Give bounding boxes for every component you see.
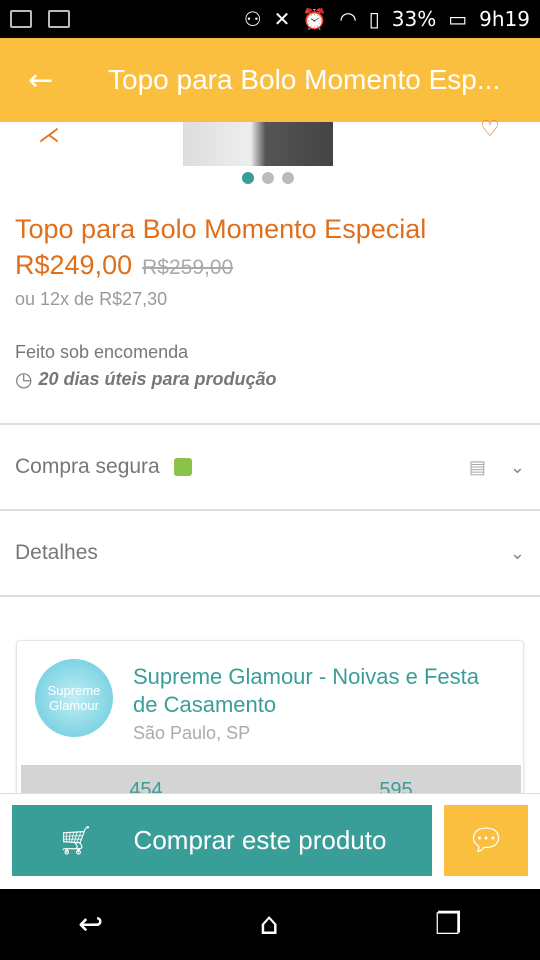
chevron-down-icon[interactable]: ⌄ [510,457,525,478]
chat-icon: 💬︎ [466,824,506,857]
recents-icon[interactable]: ❐ [435,907,462,942]
cart-icon: 🛒︎ [58,825,94,856]
lock-icon [173,458,192,476]
product-image[interactable] [183,122,333,166]
made-to-order: Feito sob encomenda [15,342,189,362]
back-arrow-icon[interactable]: ← [28,63,88,98]
gallery-dot[interactable] [242,172,254,184]
share-icon[interactable]: ⋌ [38,122,60,148]
app-notification-icon [48,10,70,28]
home-icon[interactable]: ⌂ [260,907,279,942]
heart-icon[interactable]: ♡ [480,116,500,142]
app-bar: ← Topo para Bolo Momento Esp... [0,38,540,122]
credit-card-icon: ▤ [468,456,486,477]
production-time: ◷ 20 dias úteis para produção [15,367,525,392]
product-gallery[interactable]: ⋌ ♡ [0,116,540,166]
buy-button-label: Comprar este produto [133,825,387,855]
chat-button[interactable]: 💬︎ [444,805,528,876]
sim-icon: ▯ [368,7,380,31]
store-name[interactable]: Supreme Glamour - Noivas e Festa de Casa… [133,663,493,719]
price-row: R$249,00 R$259,00 [15,250,525,281]
product-title: Topo para Bolo Momento Especial [15,214,427,244]
secure-purchase-label: Compra segura [15,455,160,478]
wifi-icon: ◠ [339,7,357,31]
secure-purchase-row[interactable]: Compra segura ▤ ⌄ [0,423,540,509]
clock: 9h19 [479,7,530,31]
gallery-pagination [242,172,294,184]
system-nav-bar: ↩ ⌂ ❐ [0,889,540,960]
vibrate-off-icon: ✕ [273,7,291,31]
page-title: Topo para Bolo Momento Esp... [108,64,501,95]
old-price: R$259,00 [142,256,234,279]
details-label: Detalhes [15,541,98,564]
back-icon[interactable]: ↩ [78,907,103,942]
battery-percent: 33% [391,7,437,31]
bottom-action-bar: 🛒︎ Comprar este produto 💬︎ [0,793,540,889]
store-location: São Paulo, SP [133,723,251,743]
usb-icon: ⚇ [243,7,262,31]
production-time-text: 20 dias úteis para produção [38,369,277,389]
alarm-icon: ⏰ [302,7,328,31]
battery-icon: ▭ [448,7,468,31]
status-bar: ⚇ ✕ ⏰ ◠ ▯ 33% ▭ 9h19 [0,0,540,38]
gallery-dot[interactable] [262,172,274,184]
product-info: Topo para Bolo Momento Especial R$249,00… [15,210,525,392]
gallery-dot[interactable] [282,172,294,184]
buy-button[interactable]: 🛒︎ Comprar este produto [12,805,432,876]
divider [0,595,540,597]
store-avatar[interactable]: Supreme Glamour [35,659,113,737]
clock-icon: ◷ [15,369,33,391]
gallery-notification-icon [10,10,32,28]
chevron-down-icon[interactable]: ⌄ [510,543,525,564]
details-row[interactable]: Detalhes ⌄ [0,509,540,595]
installments: ou 12x de R$27,30 [15,289,168,309]
current-price: R$249,00 [15,250,133,280]
